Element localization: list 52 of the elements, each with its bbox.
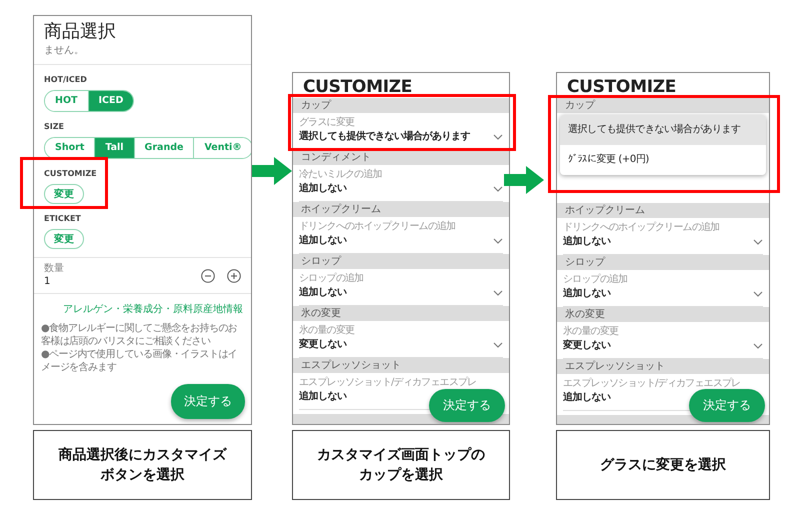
field-label: エスプレッソショット/ディカフェエスプレ: [563, 377, 742, 390]
menu-option[interactable]: 選択しても提供できない場合があります: [560, 115, 766, 145]
section-header: シロップ: [557, 255, 769, 270]
screen-title: 商品選択: [43, 20, 117, 44]
caption-text: カスタマイズ画面トップの カップを選択: [317, 446, 485, 485]
caption-text: グラスに変更を選択: [600, 456, 726, 475]
field-value[interactable]: 変更しない: [299, 337, 346, 352]
section-header: エスプレッソショット: [557, 359, 769, 374]
caption-text: 商品選択後にカスタマイズ ボタンを選択: [58, 446, 226, 485]
field-label: 氷の量の変更: [299, 324, 356, 337]
note-text: ●食物アレルギーに関してご懸念をお持ちのお客様は店頭のバリスタにご相談ください: [41, 322, 238, 348]
field-label: エスプレッソショット/ディカフェエスプレ: [299, 376, 478, 389]
note-text: ●ページ内で使用している画像・イラストはイメージを含みます: [41, 348, 238, 374]
arrow-icon: [504, 166, 544, 194]
field-value[interactable]: 追加しない: [299, 285, 346, 300]
section-label: ETICKET: [44, 214, 81, 224]
minus-icon[interactable]: [201, 268, 215, 282]
quantity-label: 数量: [44, 263, 65, 275]
section-label: SIZE: [44, 122, 64, 132]
plus-icon[interactable]: [227, 268, 241, 282]
section-label: CUSTOMIZE: [44, 169, 97, 179]
field-label: 氷の量の変更: [563, 325, 620, 338]
field-value[interactable]: 追加しない: [563, 286, 610, 301]
field-label: ドリンクへのホイップクリームの追加: [563, 221, 720, 234]
section-header: エスプレッソショット: [293, 358, 509, 373]
field-value[interactable]: 追加しない: [563, 234, 610, 249]
section-header: シロップ: [293, 254, 509, 269]
section-header: ホイップクリーム: [293, 202, 509, 217]
field-value[interactable]: 選択しても提供できない場合があります: [299, 129, 470, 144]
menu-option[interactable]: ｸﾞﾗｽに変更 (+0円): [560, 145, 766, 175]
field-value[interactable]: 変更しない: [563, 338, 610, 353]
field-label: ドリンクへのホイップクリームの追加: [299, 220, 456, 233]
section-header: カップ: [293, 98, 509, 113]
section-header: 氷の変更: [293, 306, 509, 321]
section-header: ホイップクリーム: [557, 203, 769, 218]
field-label: シロップの追加: [299, 272, 364, 285]
arrow-icon: [252, 157, 292, 185]
description-text: ません。: [34, 44, 251, 65]
quantity-value: 1: [44, 275, 52, 288]
section-label: HOT/ICED: [44, 75, 87, 85]
field-value[interactable]: 追加しない: [299, 389, 346, 404]
field-value[interactable]: 追加しない: [563, 390, 610, 405]
field-value[interactable]: 追加しない: [299, 181, 346, 196]
screen-title: CUSTOMIZE: [566, 76, 678, 98]
field-label: 冷たいミルクの追加: [299, 168, 383, 181]
section-header: 氷の変更: [557, 307, 769, 322]
section-header: コンディメント: [293, 150, 509, 165]
section-header: カップ: [557, 98, 769, 113]
field-label: シロップの追加: [563, 273, 628, 286]
field-value[interactable]: 追加しない: [299, 233, 346, 248]
field-label: グラスに変更: [299, 116, 356, 129]
screen-title: CUSTOMIZE: [302, 76, 414, 98]
